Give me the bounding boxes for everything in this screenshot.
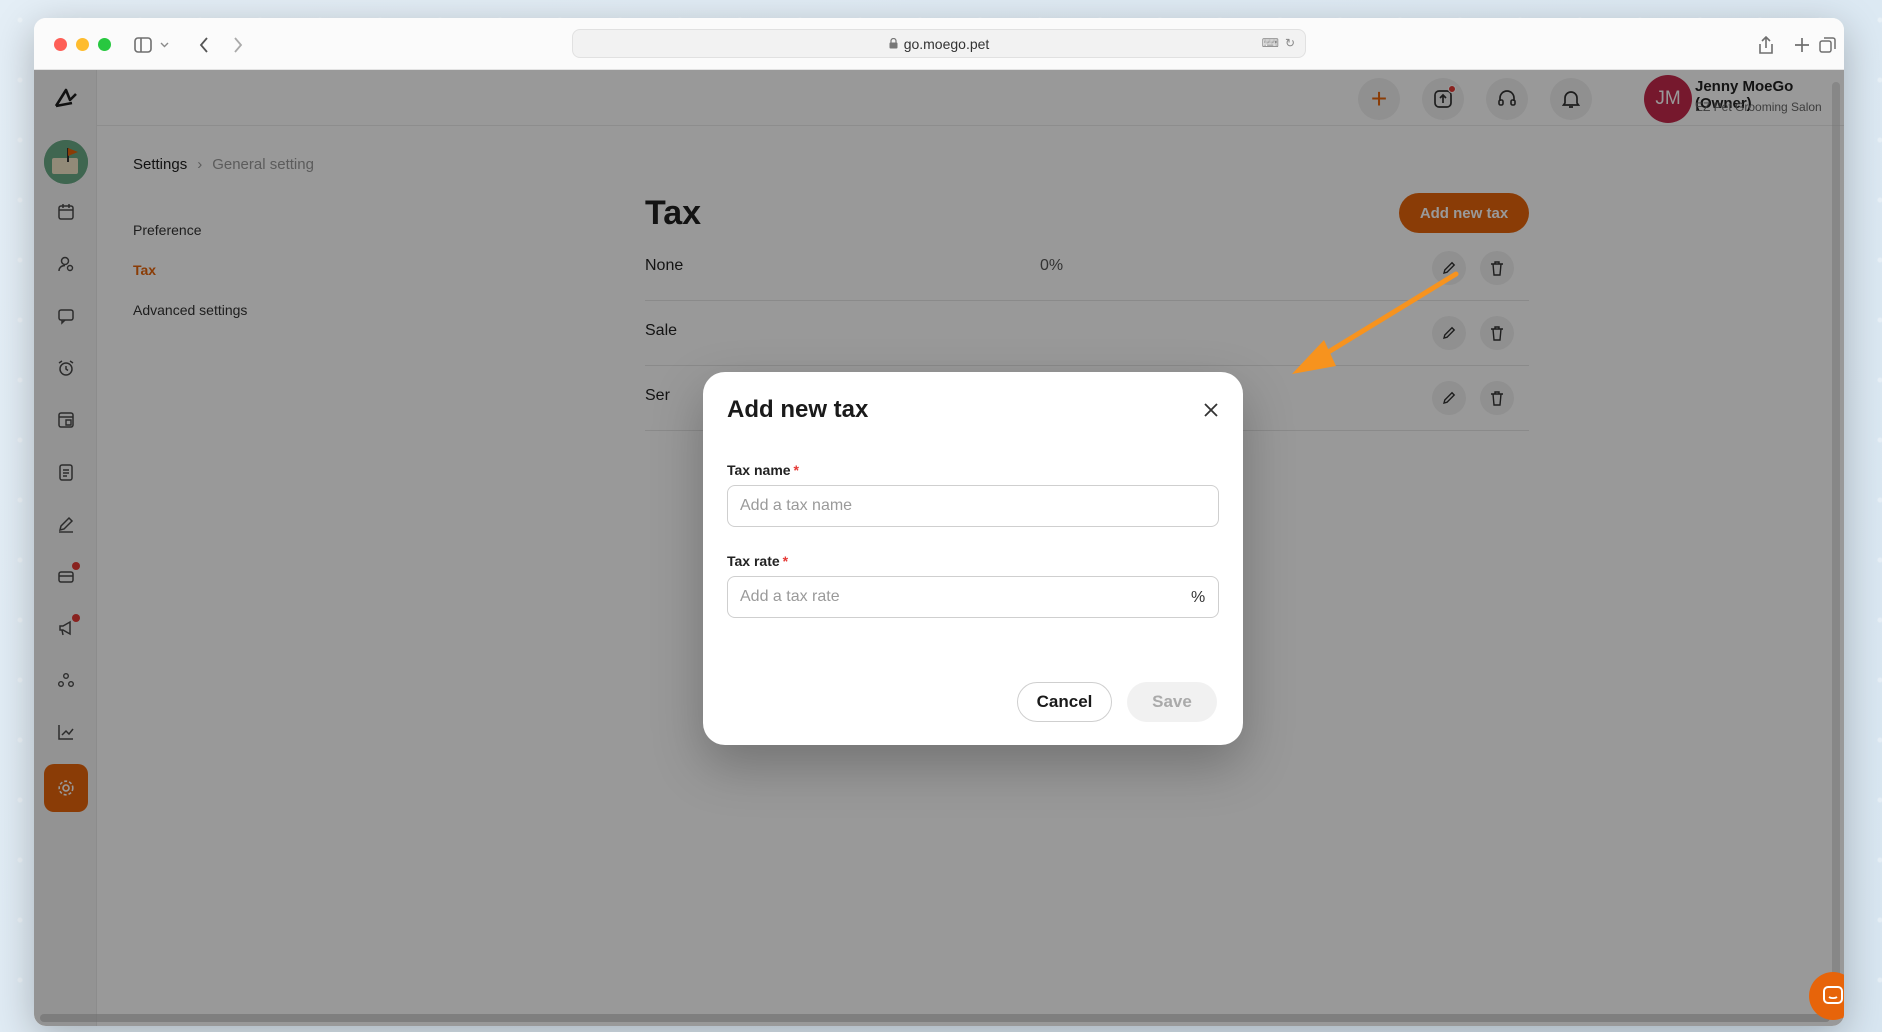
browser-window: go.moego.pet ⌨ ↻ + JM Jenny MoeGo (Owner… — [34, 18, 1844, 1026]
add-tax-modal: Add new tax Tax name* Tax rate* % Cancel… — [703, 372, 1243, 745]
address-bar[interactable]: go.moego.pet ⌨ ↻ — [572, 29, 1306, 58]
tax-rate-label: Tax rate * — [727, 553, 788, 569]
tax-rate-input[interactable] — [727, 576, 1219, 618]
tax-name-input[interactable] — [727, 485, 1219, 527]
reload-icon[interactable]: ↻ — [1285, 36, 1295, 50]
close-window-button[interactable] — [54, 38, 67, 51]
arrow-annotation — [1292, 271, 1459, 374]
required-mark: * — [782, 553, 789, 569]
close-icon[interactable] — [1197, 396, 1225, 424]
required-mark: * — [793, 462, 799, 478]
back-icon[interactable] — [191, 32, 217, 58]
new-tab-icon[interactable] — [1789, 32, 1815, 58]
zoom-window-button[interactable] — [98, 38, 111, 51]
translate-icon[interactable]: ⌨ — [1262, 36, 1279, 50]
lock-icon — [889, 38, 898, 49]
tax-rate-label-text: Tax rate — [727, 553, 780, 569]
chat-icon — [1823, 986, 1843, 1004]
browser-toolbar: go.moego.pet ⌨ ↻ — [34, 18, 1844, 70]
minimize-window-button[interactable] — [76, 38, 89, 51]
sidebar-toggle-icon[interactable] — [130, 32, 156, 58]
modal-title: Add new tax — [727, 396, 869, 423]
save-button[interactable]: Save — [1127, 682, 1217, 722]
percent-suffix: % — [1191, 589, 1206, 606]
share-icon[interactable] — [1753, 32, 1779, 58]
window-controls — [54, 38, 111, 51]
tax-name-label: Tax name * — [727, 462, 799, 478]
horizontal-scrollbar[interactable] — [40, 1014, 1830, 1022]
chevron-down-icon[interactable] — [156, 32, 172, 58]
cancel-button[interactable]: Cancel — [1017, 682, 1112, 722]
tax-name-label-text: Tax name — [727, 462, 791, 478]
vertical-scrollbar[interactable] — [1832, 82, 1840, 1002]
forward-icon[interactable] — [225, 32, 251, 58]
tab-overview-icon[interactable] — [1814, 32, 1840, 58]
url-text: go.moego.pet — [903, 35, 990, 52]
